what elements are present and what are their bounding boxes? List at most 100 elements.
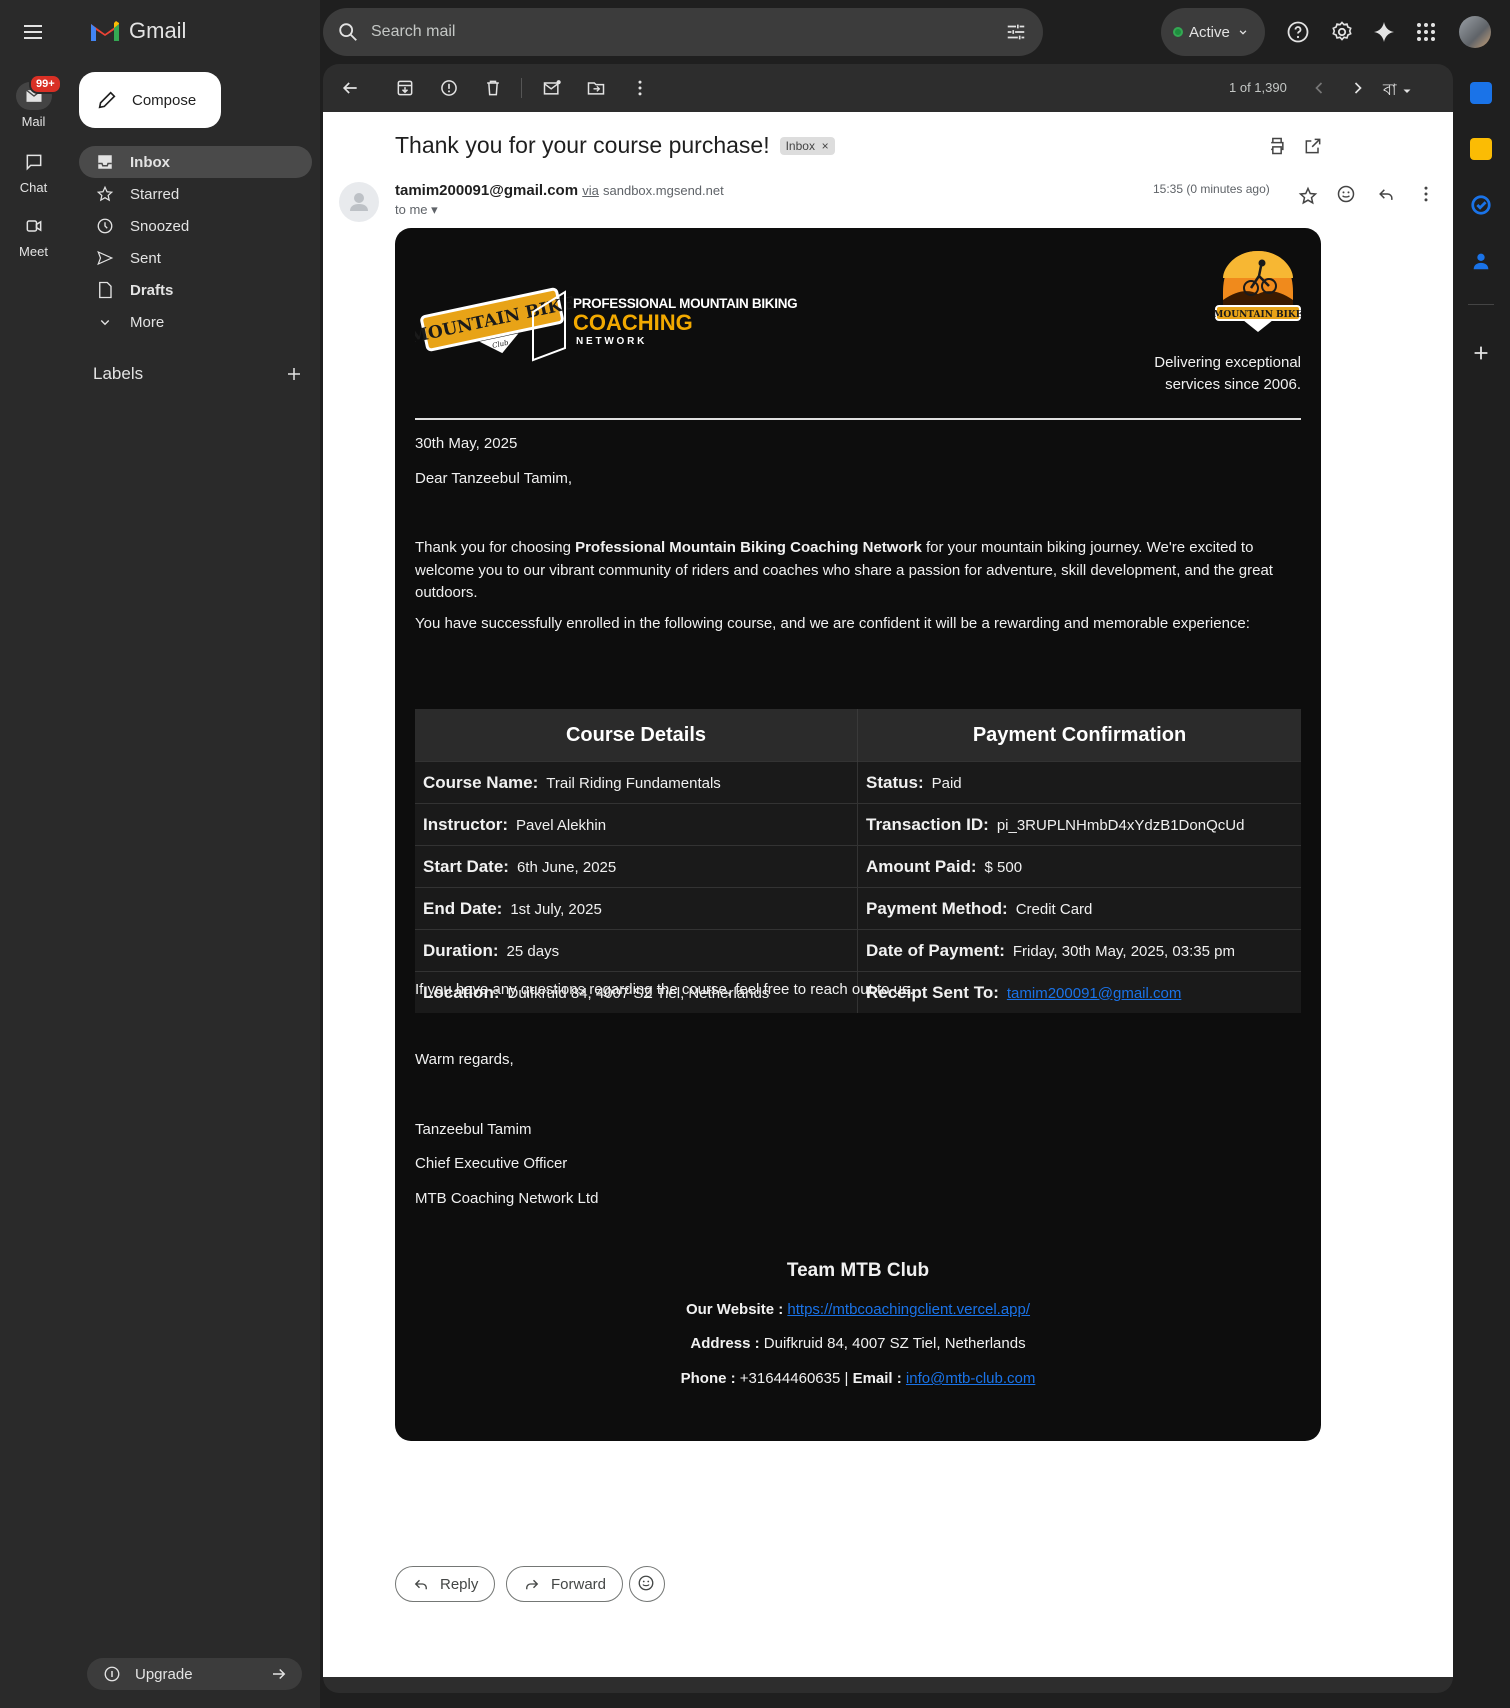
course-details-table: Course Details Payment Confirmation Cour… (415, 709, 1301, 1013)
table-cell: Status: Paid (857, 761, 1301, 804)
website-line: Our Website : https://mtbcoachingclient.… (395, 1301, 1321, 1318)
field-value: Trail Riding Fundamentals (546, 774, 721, 792)
calendar-icon[interactable] (1470, 82, 1492, 104)
signature-title: Chief Executive Officer (415, 1155, 568, 1172)
compose-button[interactable]: Compose (79, 72, 221, 128)
chip-label: Inbox (785, 138, 815, 153)
recipient-toggle[interactable]: to me ▾ (395, 202, 438, 218)
app-name: Gmail (129, 18, 187, 43)
input-tools-glyph: বা (1383, 82, 1397, 99)
next-chevron-icon[interactable] (1348, 78, 1368, 98)
signature-name: Tanzeebul Tamim (415, 1121, 532, 1138)
delete-icon[interactable] (483, 78, 503, 98)
nav-item-starred[interactable]: Starred (79, 178, 312, 210)
chip-remove-icon[interactable]: × (818, 139, 829, 153)
mark-unread-icon[interactable] (542, 78, 562, 98)
search-icon[interactable] (337, 21, 359, 43)
rail-meet-label: Meet (19, 244, 48, 259)
address-value: Duifkruid 84, 4007 SZ Tiel, Netherlands (763, 1335, 1026, 1352)
message-subject: Thank you for your course purchase! Inbo… (395, 132, 835, 159)
table-heading-payment: Payment Confirmation (857, 709, 1301, 762)
reply-icon[interactable] (1376, 184, 1396, 204)
search-bar[interactable] (323, 8, 1043, 56)
inbox-label-chip[interactable]: Inbox × (779, 136, 835, 155)
more-vert-icon[interactable] (1416, 184, 1436, 204)
sender-email[interactable]: tamim200091@gmail.com (395, 182, 578, 199)
account-avatar[interactable] (1459, 16, 1491, 48)
main-menu-icon[interactable] (21, 20, 45, 44)
rail-meet[interactable]: Meet (0, 212, 67, 259)
via-text: via (582, 183, 599, 198)
chevron-down-icon (1236, 25, 1250, 39)
nav-item-snoozed[interactable]: Snoozed (79, 210, 312, 242)
address-line: Address : Duifkruid 84, 4007 SZ Tiel, Ne… (395, 1335, 1321, 1352)
sender-avatar[interactable] (339, 182, 379, 222)
keep-icon[interactable] (1470, 138, 1492, 160)
table-cell: Amount Paid: $ 500 (857, 845, 1301, 888)
address-label: Address : (690, 1335, 760, 1352)
nav-item-more[interactable]: More (79, 306, 312, 338)
email-content: MOUNTAIN BIKE Club PROFESSIONAL MOUNTAIN… (395, 228, 1321, 1441)
field-value: pi_3RUPLNHmbD4xYdzB1DonQcUd (996, 816, 1245, 834)
sign-off: Warm regards, (415, 1051, 514, 1068)
upgrade-button[interactable]: Upgrade (87, 1658, 302, 1690)
contact-email-link[interactable]: info@mtb-club.com (906, 1370, 1035, 1387)
input-tools-button[interactable]: বা (1383, 77, 1413, 104)
website-link[interactable]: https://mtbcoachingclient.vercel.app/ (787, 1301, 1030, 1318)
field-key: Start Date: (423, 856, 509, 876)
badge-logo-text: MOUNTAIN BIKE (1213, 310, 1302, 320)
help-icon[interactable] (1286, 20, 1310, 44)
table-cell: Date of Payment: Friday, 30th May, 2025, … (857, 929, 1301, 972)
forward-icon (523, 1575, 541, 1593)
message-timestamp: 15:35 (0 minutes ago) (1153, 182, 1270, 196)
search-options-icon[interactable] (1005, 21, 1027, 43)
settings-gear-icon[interactable] (1330, 20, 1354, 44)
subject-text: Thank you for your course purchase! (395, 132, 770, 158)
field-value: Pavel Alekhin (516, 816, 607, 834)
field-key: Transaction ID: (866, 814, 989, 834)
reply-button[interactable]: Reply (395, 1566, 496, 1602)
print-icon[interactable] (1267, 136, 1287, 156)
sparkle-icon[interactable] (1372, 20, 1396, 44)
back-arrow-icon[interactable] (340, 78, 360, 98)
forward-button[interactable]: Forward (506, 1566, 624, 1602)
chat-icon (16, 148, 52, 176)
add-label-icon[interactable] (285, 365, 303, 383)
table-row: Start Date: 6th June, 2025 Amount Paid: $ … (415, 845, 1301, 888)
prev-chevron-icon[interactable] (1309, 78, 1329, 98)
gmail-logo[interactable]: Gmail (89, 18, 186, 44)
chevron-down-icon (96, 313, 114, 331)
brand-line-2: COACHING (573, 310, 693, 335)
table-row: Course Name: Trail Riding Fundamentals St… (415, 761, 1301, 804)
message-toolbar: 1 of 1,390 বা (323, 64, 1453, 112)
letter-date: 30th May, 2025 (415, 435, 518, 452)
search-input[interactable] (369, 22, 995, 42)
archive-icon[interactable] (395, 78, 415, 98)
message-view-footer (323, 1677, 1453, 1693)
nav-item-inbox[interactable]: Inbox (79, 146, 312, 178)
field-value: $ 500 (984, 858, 1023, 876)
draft-icon (96, 281, 114, 299)
brand-line-3: N E T W O R K (576, 336, 645, 347)
status-selector[interactable]: Active (1161, 8, 1265, 56)
nav-item-sent[interactable]: Sent (79, 242, 312, 274)
emoji-reaction-button[interactable] (629, 1566, 665, 1602)
forward-label: Forward (551, 1575, 607, 1593)
table-row: Duration: 25 days Date of Payment: Friday,… (415, 929, 1301, 972)
more-vert-icon[interactable] (630, 78, 650, 98)
contacts-icon[interactable] (1470, 250, 1492, 272)
apps-grid-icon[interactable] (1414, 20, 1438, 44)
emoji-react-icon[interactable] (1336, 184, 1356, 204)
rail-chat[interactable]: Chat (0, 148, 67, 195)
tasks-icon[interactable] (1470, 194, 1492, 216)
rail-mail[interactable]: 99+ Mail (0, 74, 67, 129)
field-value: 1st July, 2025 (510, 900, 602, 918)
star-icon[interactable] (1298, 186, 1318, 206)
pager-count: 1 of 1,390 (1229, 80, 1287, 95)
add-addon-icon[interactable] (1470, 342, 1492, 364)
nav-item-drafts[interactable]: Drafts (79, 274, 312, 306)
move-to-icon[interactable] (586, 78, 606, 98)
open-new-window-icon[interactable] (1303, 136, 1323, 156)
report-spam-icon[interactable] (439, 78, 459, 98)
nav-item-label: Snoozed (130, 217, 190, 235)
